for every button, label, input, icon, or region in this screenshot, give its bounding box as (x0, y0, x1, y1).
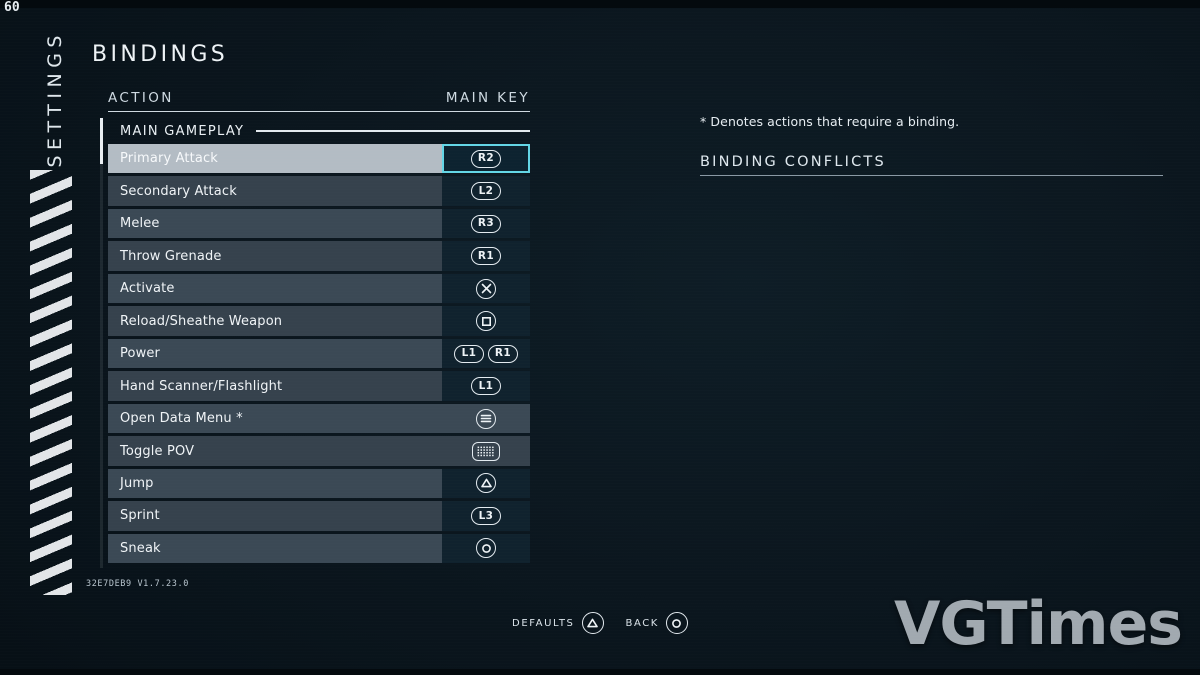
build-version-text: 32E7DEB9 V1.7.23.0 (86, 579, 189, 589)
binding-key-cell[interactable] (442, 404, 530, 433)
binding-key-cell[interactable] (442, 533, 530, 564)
binding-key-cell[interactable] (442, 273, 530, 304)
binding-action-label: Open Data Menu * (120, 411, 243, 427)
column-header-row: ACTION MAIN KEY (108, 90, 530, 112)
binding-row[interactable]: Sprint L3 (108, 501, 530, 531)
binding-action-label: Power (120, 346, 161, 362)
fps-counter: 60 (4, 0, 20, 15)
key-badge-l2: L2 (471, 182, 501, 201)
binding-action-label: Melee (120, 216, 160, 232)
binding-row[interactable]: Secondary Attack L2 (108, 176, 530, 206)
binding-row[interactable]: Primary Attack R2 (108, 144, 530, 174)
options-menu-icon (476, 408, 496, 429)
binding-row[interactable]: Toggle POV (108, 436, 530, 466)
binding-action-label: Hand Scanner/Flashlight (120, 378, 283, 394)
binding-key-cell[interactable]: L3 (442, 501, 530, 531)
footer-prompt[interactable]: DEFAULTS (512, 612, 604, 634)
binding-row[interactable]: Open Data Menu * (108, 403, 530, 434)
binding-key-cell[interactable]: L1 R1 (442, 338, 530, 369)
binding-key-cell[interactable]: L2 (442, 176, 530, 206)
footer-prompt-label: BACK (625, 617, 659, 629)
binding-action-label: Reload/Sheathe Weapon (120, 313, 283, 329)
letterbox-bottom (0, 669, 1200, 675)
triangle-icon (581, 612, 604, 634)
binding-key-cell[interactable] (442, 306, 530, 336)
left-rail: SETTINGS (0, 0, 92, 675)
binding-key-cell[interactable]: R3 (442, 208, 530, 239)
binding-key-cell[interactable] (442, 436, 530, 465)
binding-row[interactable]: Sneak (108, 533, 530, 564)
binding-row[interactable]: Hand Scanner/Flashlight L1 (108, 371, 530, 401)
binding-action-label: Jump (120, 475, 154, 491)
binding-action-label: Sprint (120, 508, 160, 524)
circle-icon (476, 538, 496, 559)
circle-icon (665, 612, 688, 634)
section-header-main-gameplay: MAIN GAMEPLAY (108, 118, 530, 144)
binding-key-cell[interactable]: R1 (442, 241, 530, 271)
key-badge-l3: L3 (471, 506, 501, 525)
key-badge-r3: R3 (471, 214, 501, 233)
triangle-icon (476, 473, 496, 494)
column-header-action: ACTION (108, 90, 174, 106)
scrollbar-track[interactable] (100, 118, 103, 568)
diagonal-stripes-decoration (30, 170, 72, 595)
key-badge-l1: L1 (471, 377, 501, 396)
column-header-main-key: MAIN KEY (445, 90, 530, 106)
binding-action-label: Primary Attack (120, 151, 218, 167)
binding-conflicts-heading: BINDING CONFLICTS (700, 154, 1163, 176)
binding-action-label: Toggle POV (120, 443, 195, 459)
section-header-rule (256, 129, 530, 133)
binding-row[interactable]: Jump (108, 468, 530, 499)
settings-bindings-screen: 60 SETTINGS BINDINGS ACTION MAIN KEY MAI… (0, 0, 1200, 675)
binding-row[interactable]: Power L1 R1 (108, 338, 530, 369)
section-header-label: MAIN GAMEPLAY (120, 123, 245, 139)
key-badge-l1: L1 (454, 344, 484, 363)
binding-action-label: Throw Grenade (120, 248, 222, 264)
binding-row[interactable]: Reload/Sheathe Weapon (108, 306, 530, 336)
vgtimes-watermark: VGTimes (893, 589, 1183, 659)
binding-required-note: * Denotes actions that require a binding… (700, 114, 960, 129)
footer-prompt[interactable]: BACK (626, 612, 688, 634)
key-badge-r2: R2 (471, 149, 501, 168)
letterbox-top (0, 0, 1200, 8)
binding-key-cell[interactable]: L1 (442, 371, 530, 401)
settings-vertical-title: SETTINGS (44, 30, 66, 168)
binding-row[interactable]: Activate (108, 273, 530, 304)
right-info-panel: * Denotes actions that require a binding… (700, 114, 1163, 176)
page-title: BINDINGS (92, 42, 229, 67)
binding-row[interactable]: Melee R3 (108, 208, 530, 239)
scrollbar-thumb[interactable] (100, 118, 103, 164)
binding-action-label: Activate (120, 281, 175, 297)
key-badge-r1: R1 (471, 247, 501, 266)
square-icon (476, 311, 496, 332)
binding-action-label: Secondary Attack (120, 183, 237, 199)
cross-icon (476, 278, 496, 299)
binding-key-cell[interactable]: R2 (442, 144, 530, 174)
footer-prompt-label: DEFAULTS (512, 617, 575, 629)
binding-action-label: Sneak (120, 540, 161, 556)
binding-row[interactable]: Throw Grenade R1 (108, 241, 530, 271)
binding-key-cell[interactable] (442, 468, 530, 499)
key-badge-r1: R1 (488, 344, 518, 363)
touchpad-icon (472, 441, 500, 461)
bindings-list[interactable]: MAIN GAMEPLAY Primary Attack R2 Secondary … (100, 118, 530, 568)
